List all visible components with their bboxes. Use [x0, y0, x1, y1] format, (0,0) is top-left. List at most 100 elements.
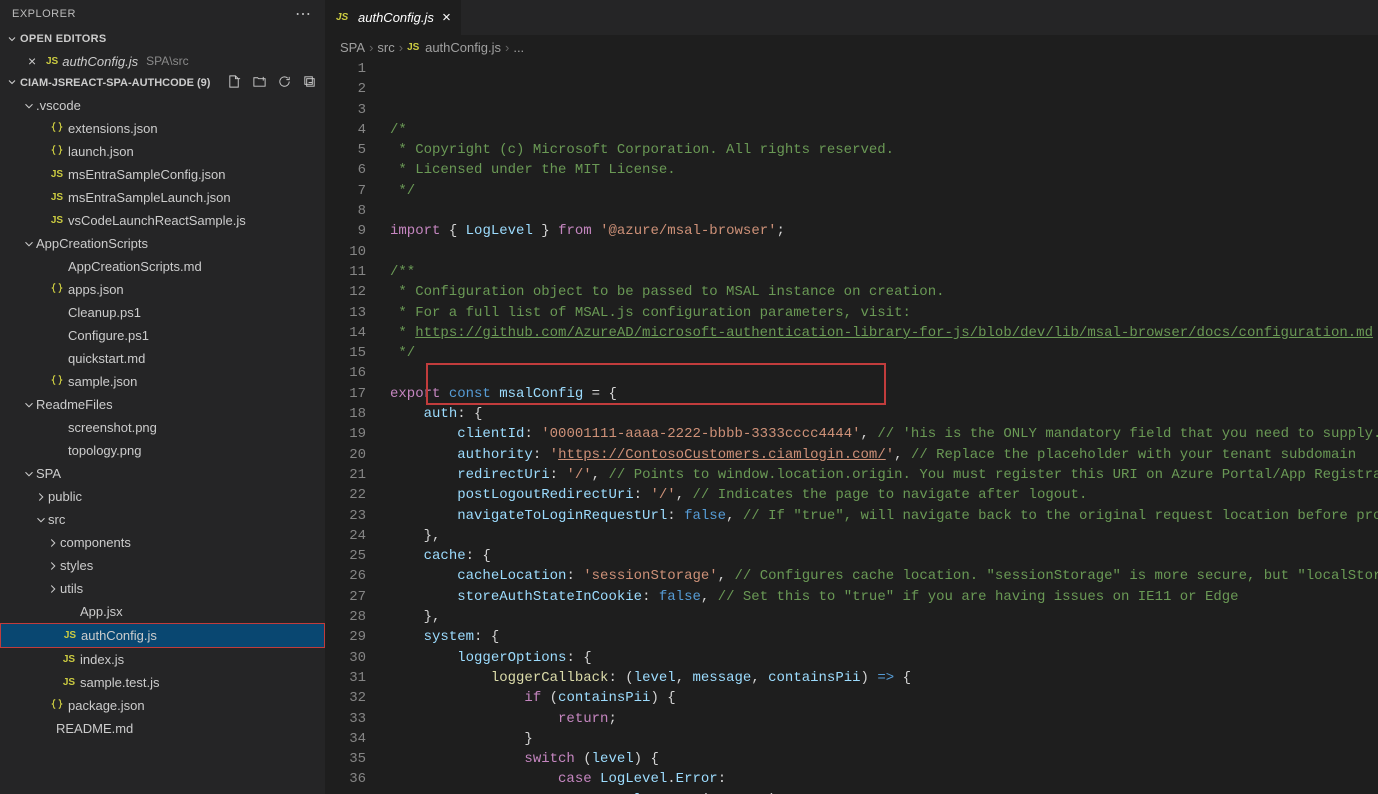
tree-item-label: Configure.ps1 [68, 328, 149, 343]
breadcrumbs[interactable]: SPA › src › JS authConfig.js › ... [326, 35, 1378, 59]
code-line[interactable]: cacheLocation: 'sessionStorage', // Conf… [390, 566, 1378, 586]
js-icon: JS [46, 56, 58, 67]
code-line[interactable]: import { LogLevel } from '@azure/msal-br… [390, 221, 1378, 241]
code-line[interactable]: * Licensed under the MIT License. [390, 160, 1378, 180]
file-launch.json[interactable]: launch.json [0, 140, 325, 163]
explorer-more-icon[interactable]: ⋯ [295, 4, 313, 24]
file-quickstart.md[interactable]: quickstart.md [0, 347, 325, 370]
breadcrumb-item[interactable]: ... [513, 40, 524, 55]
code-line[interactable]: * https://github.com/AzureAD/microsoft-a… [390, 323, 1378, 343]
file-authconfig.js[interactable]: JSauthConfig.js [0, 623, 325, 648]
code-line[interactable]: storeAuthStateInCookie: false, // Set th… [390, 587, 1378, 607]
project-header[interactable]: CIAM-JSREACT-SPA-AUTHCODE (9) [0, 72, 325, 94]
folder-styles[interactable]: styles [0, 554, 325, 577]
code-line[interactable]: }, [390, 607, 1378, 627]
breadcrumb-item[interactable]: authConfig.js [425, 40, 501, 55]
breadcrumb-item[interactable]: SPA [340, 40, 365, 55]
file-extensions.json[interactable]: extensions.json [0, 117, 325, 140]
file-readme.md[interactable]: README.md [0, 717, 325, 740]
folder-src[interactable]: src [0, 508, 325, 531]
new-file-icon[interactable] [227, 74, 242, 92]
file-configure.ps1[interactable]: Configure.ps1 [0, 324, 325, 347]
tab-authconfig[interactable]: JS authConfig.js × [326, 0, 462, 35]
explorer-sidebar: EXPLORER ⋯ OPEN EDITORS × JS authConfig.… [0, 0, 326, 794]
code-line[interactable] [390, 363, 1378, 383]
open-editors-label: OPEN EDITORS [20, 33, 107, 45]
file-topology.png[interactable]: topology.png [0, 439, 325, 462]
file-msentrasamplelaunch.json[interactable]: JSmsEntraSampleLaunch.json [0, 186, 325, 209]
code-content[interactable]: /* * Copyright (c) Microsoft Corporation… [384, 59, 1378, 794]
code-line[interactable]: export const msalConfig = { [390, 384, 1378, 404]
code-line[interactable]: * Copyright (c) Microsoft Corporation. A… [390, 140, 1378, 160]
line-number: 22 [326, 485, 366, 505]
code-line[interactable]: loggerOptions: { [390, 648, 1378, 668]
file-sample.json[interactable]: sample.json [0, 370, 325, 393]
code-line[interactable]: console.error(message); [390, 790, 1378, 794]
line-number: 27 [326, 587, 366, 607]
close-icon[interactable]: × [28, 53, 42, 69]
code-line[interactable]: * Configuration object to be passed to M… [390, 282, 1378, 302]
code-line[interactable]: loggerCallback: (level, message, contain… [390, 668, 1378, 688]
open-editors-header[interactable]: OPEN EDITORS [0, 28, 325, 50]
collapse-all-icon[interactable] [302, 74, 317, 92]
file-msentrasampleconfig.json[interactable]: JSmsEntraSampleConfig.json [0, 163, 325, 186]
code-line[interactable]: switch (level) { [390, 749, 1378, 769]
file-tree: .vscodeextensions.jsonlaunch.jsonJSmsEnt… [0, 94, 325, 794]
json-icon [48, 697, 66, 714]
line-number: 20 [326, 445, 366, 465]
open-editor-item[interactable]: × JS authConfig.js SPA\src [0, 50, 325, 72]
code-line[interactable]: clientId: '00001111-aaaa-2222-bbbb-3333c… [390, 424, 1378, 444]
open-editor-filename: authConfig.js [62, 54, 138, 69]
code-line[interactable] [390, 201, 1378, 221]
file-cleanup.ps1[interactable]: Cleanup.ps1 [0, 301, 325, 324]
file-apps.json[interactable]: apps.json [0, 278, 325, 301]
folder-utils[interactable]: utils [0, 577, 325, 600]
folder-components[interactable]: components [0, 531, 325, 554]
code-line[interactable]: */ [390, 343, 1378, 363]
file-vscodelaunchreactsample.js[interactable]: JSvsCodeLaunchReactSample.js [0, 209, 325, 232]
js-icon: JS [336, 12, 352, 23]
folder-spa[interactable]: SPA [0, 462, 325, 485]
line-number: 18 [326, 404, 366, 424]
tree-item-label: utils [60, 581, 83, 596]
code-line[interactable]: cache: { [390, 546, 1378, 566]
code-line[interactable]: auth: { [390, 404, 1378, 424]
folder-readmefiles[interactable]: ReadmeFiles [0, 393, 325, 416]
close-icon[interactable]: × [442, 9, 451, 26]
tree-item-label: public [48, 489, 82, 504]
file-sample.test.js[interactable]: JSsample.test.js [0, 671, 325, 694]
code-line[interactable]: if (containsPii) { [390, 688, 1378, 708]
code-line[interactable]: case LogLevel.Error: [390, 769, 1378, 789]
file-package.json[interactable]: package.json [0, 694, 325, 717]
code-line[interactable]: redirectUri: '/', // Points to window.lo… [390, 465, 1378, 485]
folder-public[interactable]: public [0, 485, 325, 508]
line-number: 28 [326, 607, 366, 627]
code-line[interactable]: * For a full list of MSAL.js configurati… [390, 303, 1378, 323]
code-line[interactable]: system: { [390, 627, 1378, 647]
file-index.js[interactable]: JSindex.js [0, 648, 325, 671]
code-line[interactable]: navigateToLoginRequestUrl: false, // If … [390, 506, 1378, 526]
code-line[interactable]: } [390, 729, 1378, 749]
code-line[interactable]: /** [390, 262, 1378, 282]
folder-appcreationscripts[interactable]: AppCreationScripts [0, 232, 325, 255]
breadcrumb-item[interactable]: src [377, 40, 394, 55]
new-folder-icon[interactable] [252, 74, 267, 92]
code-line[interactable]: authority: 'https://ContosoCustomers.cia… [390, 445, 1378, 465]
refresh-icon[interactable] [277, 74, 292, 92]
folder-.vscode[interactable]: .vscode [0, 94, 325, 117]
code-line[interactable]: */ [390, 181, 1378, 201]
line-number: 33 [326, 709, 366, 729]
tree-item-label: README.md [56, 721, 133, 736]
file-appcreationscripts.md[interactable]: AppCreationScripts.md [0, 255, 325, 278]
file-app.jsx[interactable]: App.jsx [0, 600, 325, 623]
file-screenshot.png[interactable]: screenshot.png [0, 416, 325, 439]
tree-item-label: quickstart.md [68, 351, 145, 366]
md-icon [48, 259, 66, 274]
line-number: 17 [326, 384, 366, 404]
code-line[interactable]: /* [390, 120, 1378, 140]
code-line[interactable] [390, 242, 1378, 262]
code-line[interactable]: postLogoutRedirectUri: '/', // Indicates… [390, 485, 1378, 505]
code-line[interactable]: }, [390, 526, 1378, 546]
code-area[interactable]: 1234567891011121314151617181920212223242… [326, 59, 1378, 794]
code-line[interactable]: return; [390, 709, 1378, 729]
